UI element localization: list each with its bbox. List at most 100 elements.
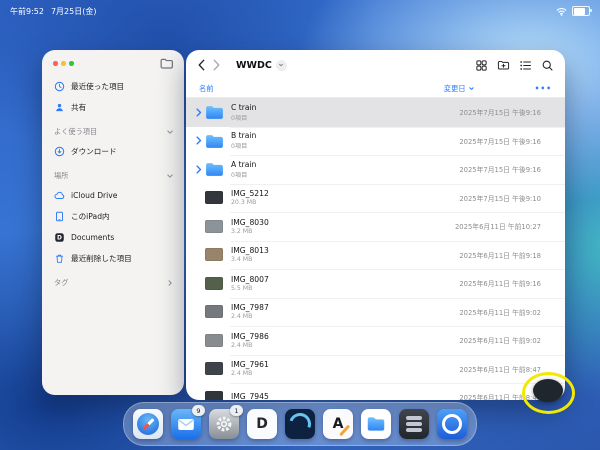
sidebar-item[interactable]: 共有 [54,97,174,118]
file-date: 2025年7月15日 午後9:16 [459,164,541,174]
sidebar-item-label: Documents [71,233,114,242]
file-name: IMG_7986 [231,332,269,341]
file-text: IMG_79612.4 MB [231,360,269,377]
search-icon[interactable] [541,59,554,72]
file-date: 2025年6月11日 午前9:02 [459,335,541,345]
status-bar: 午前9:52 7月25日(金) [0,0,600,19]
dock-app-database[interactable] [399,409,429,439]
disclosure-chevron-icon[interactable] [194,108,203,117]
table-row[interactable]: IMG_79872.4 MB2025年6月11日 午前9:02 [186,298,565,327]
photo-thumbnail [205,334,223,347]
table-row[interactable]: IMG_80303.2 MB2025年6月11日 午前10:27 [186,212,565,241]
photo-thumbnail [205,391,223,400]
dock-app-files[interactable] [361,409,391,439]
files-window: WWDC 名前 変更日 ••• [186,50,565,400]
dock-app-mail[interactable]: 9 [171,409,201,439]
column-header-right: 変更日 ••• [444,84,555,94]
folder-icon [365,413,387,435]
file-date: 2025年7月15日 午後9:16 [459,136,541,146]
photo-thumbnail [205,305,223,318]
envelope-icon [175,413,197,435]
column-header: 名前 変更日 ••• [186,80,565,98]
file-meta: 0項目 [231,141,256,150]
back-button[interactable] [197,59,212,71]
table-row[interactable]: C train0項目2025年7月15日 午後9:16 [186,98,565,127]
documents-app-icon: D [54,232,65,243]
arc-glyph [285,409,314,438]
file-text: IMG_79872.4 MB [231,303,269,320]
title-menu[interactable]: WWDC [236,60,287,71]
svg-text:D: D [57,236,62,242]
minimize-button[interactable] [61,61,66,66]
sidebar-item[interactable]: このiPad内 [54,206,174,227]
file-meta: 2.4 MB [231,313,269,320]
zoom-button[interactable] [69,61,74,66]
compass-icon [137,413,159,435]
sidebar-item-label: 最近使った項目 [71,81,124,92]
table-row[interactable]: IMG_80075.5 MB2025年6月11日 午前9:16 [186,269,565,298]
new-folder-icon[interactable] [497,59,510,72]
sidebar-section-label: よく使う項目 [54,127,97,137]
battery-icon [572,6,590,16]
sidebar-item[interactable]: ダウンロード [54,141,174,162]
dock-app-settings[interactable]: 1 [209,409,239,439]
sidebar-item[interactable]: iCloud Drive [54,185,174,206]
dock-app-safari[interactable] [133,409,163,439]
column-name[interactable]: 名前 [199,84,214,94]
window-controls [53,61,74,66]
page-title: WWDC [236,60,272,71]
file-name: C train [231,103,256,112]
sidebar-section[interactable]: タグ [54,274,174,292]
icon-view-grid-icon[interactable] [475,59,488,72]
table-row[interactable]: IMG_79862.4 MB 2025年6月11日 午前9:02 [186,326,565,355]
sidebar-item[interactable]: 最近削除した項目 [54,248,174,269]
photo-thumbnail [205,191,223,204]
forward-button[interactable] [212,59,227,71]
status-right [556,6,590,16]
table-row[interactable]: IMG_79612.4 MB2025年6月11日 午前8:47 [186,355,565,384]
sidebar-item[interactable]: 最近使った項目 [54,76,174,97]
close-button[interactable] [53,61,58,66]
table-row[interactable]: IMG_80133.4 MB2025年6月11日 午前9:18 [186,241,565,270]
sidebar-item-label: このiPad内 [71,211,110,222]
dock-app-documents[interactable]: D [247,409,277,439]
file-meta: 3.4 MB [231,256,269,263]
folder-icon[interactable] [160,58,173,69]
file-meta: 2.4 MB [231,342,269,349]
more-options-button[interactable]: ••• [535,84,555,93]
file-date: 2025年6月11日 午前10:27 [455,221,541,231]
disclosure-chevron-icon[interactable] [194,136,203,145]
sidebar-section[interactable]: 場所 [54,167,174,185]
file-name: A train [231,160,256,169]
file-name: IMG_8007 [231,275,269,284]
chevron-down-icon [276,60,287,71]
file-text: B train0項目 [231,131,256,150]
chevron-down-icon [166,128,174,136]
sidebar-item[interactable]: D Documents [54,227,174,248]
sidebar-item-label: 共有 [71,102,86,113]
table-row[interactable]: IMG_521220.3 MB2025年7月15日 午後9:10 [186,184,565,213]
sidebar-header [42,50,184,71]
file-name: IMG_7945 [231,392,269,400]
gear-icon [213,413,235,435]
wifi-icon [556,7,567,16]
file-text: IMG_80075.5 MB [231,275,269,292]
column-modified[interactable]: 変更日 [444,84,475,94]
list-view-icon[interactable] [519,59,532,72]
dock-app-preview[interactable] [285,409,315,439]
clock-icon [54,81,65,92]
dock-app-text-editor[interactable]: A [323,409,353,439]
file-text: A train0項目 [231,160,256,179]
folder-icon [205,105,224,119]
documents-letter: D [256,416,268,432]
file-name: IMG_5212 [231,189,269,198]
sidebar-item-label: 最近削除した項目 [71,253,132,264]
sidebar-section[interactable]: よく使う項目 [54,123,174,141]
dock-app-blue-app[interactable] [437,409,467,439]
table-row[interactable]: B train0項目 2025年7月15日 午後9:16 [186,127,565,156]
disclosure-chevron-icon[interactable] [194,165,203,174]
sidebar-item-label: iCloud Drive [71,191,117,200]
table-row[interactable]: A train0項目 2025年7月15日 午後9:16 [186,155,565,184]
photo-thumbnail [205,277,223,290]
table-row[interactable]: IMG_79452025年6月11日 午前8:46 [186,383,565,400]
